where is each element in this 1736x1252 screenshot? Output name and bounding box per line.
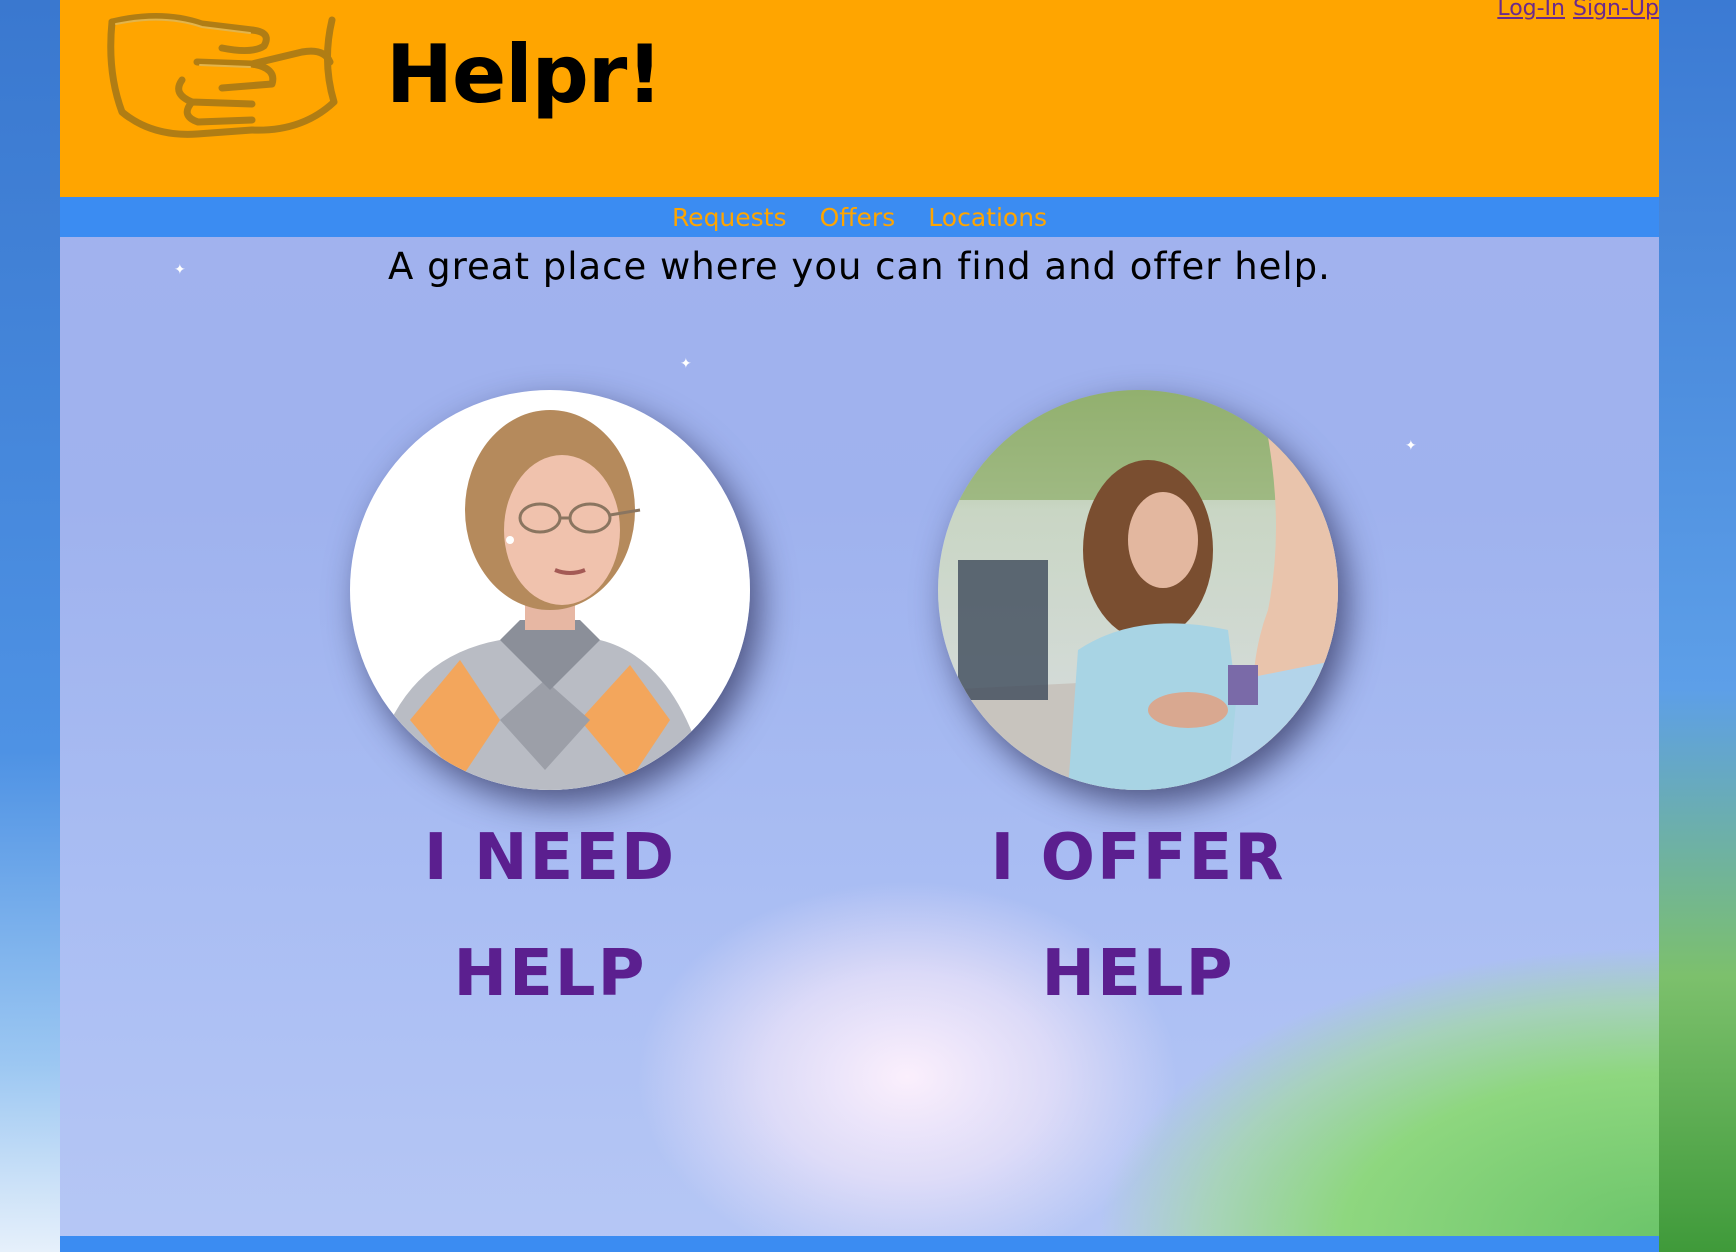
main-nav: Requests Offers Locations (60, 197, 1659, 237)
need-help-image[interactable] (350, 390, 750, 790)
site-header: Helpr! Log-In Sign-Up (60, 0, 1659, 197)
sky-background-right (1659, 0, 1736, 1252)
nav-item-locations[interactable]: Locations (928, 197, 1047, 239)
auth-links: Log-In Sign-Up (1489, 0, 1659, 21)
offer-help-label[interactable]: I OFFER HELP (938, 800, 1338, 1032)
login-link[interactable]: Log-In (1497, 0, 1565, 21)
nav-item-offers[interactable]: Offers (820, 197, 896, 239)
offer-help-image[interactable] (938, 390, 1338, 790)
sparkle-icon: ✦ (1405, 438, 1417, 454)
tagline: A great place where you can find and off… (388, 245, 1331, 288)
signup-link[interactable]: Sign-Up (1573, 0, 1659, 21)
offer-help-option[interactable]: I OFFER HELP (938, 390, 1338, 1032)
site-title: Helpr! (386, 28, 663, 121)
need-help-line1: I NEED (423, 821, 677, 895)
offer-help-line1: I OFFER (990, 821, 1286, 895)
need-help-option[interactable]: I NEED HELP (350, 390, 750, 1032)
need-help-line2: HELP (453, 937, 647, 1011)
sparkle-icon: ✦ (680, 356, 692, 372)
nav-item-requests[interactable]: Requests (672, 197, 787, 239)
need-help-label[interactable]: I NEED HELP (350, 800, 750, 1032)
handshake-logo-icon[interactable] (102, 2, 342, 162)
page-container: ✦ ✦ ✦ Helpr! Log-In Sign-Up Requests Off… (60, 0, 1659, 1252)
offer-help-line2: HELP (1041, 937, 1235, 1011)
footer-bar (60, 1236, 1659, 1252)
sky-background-left (0, 0, 60, 1252)
